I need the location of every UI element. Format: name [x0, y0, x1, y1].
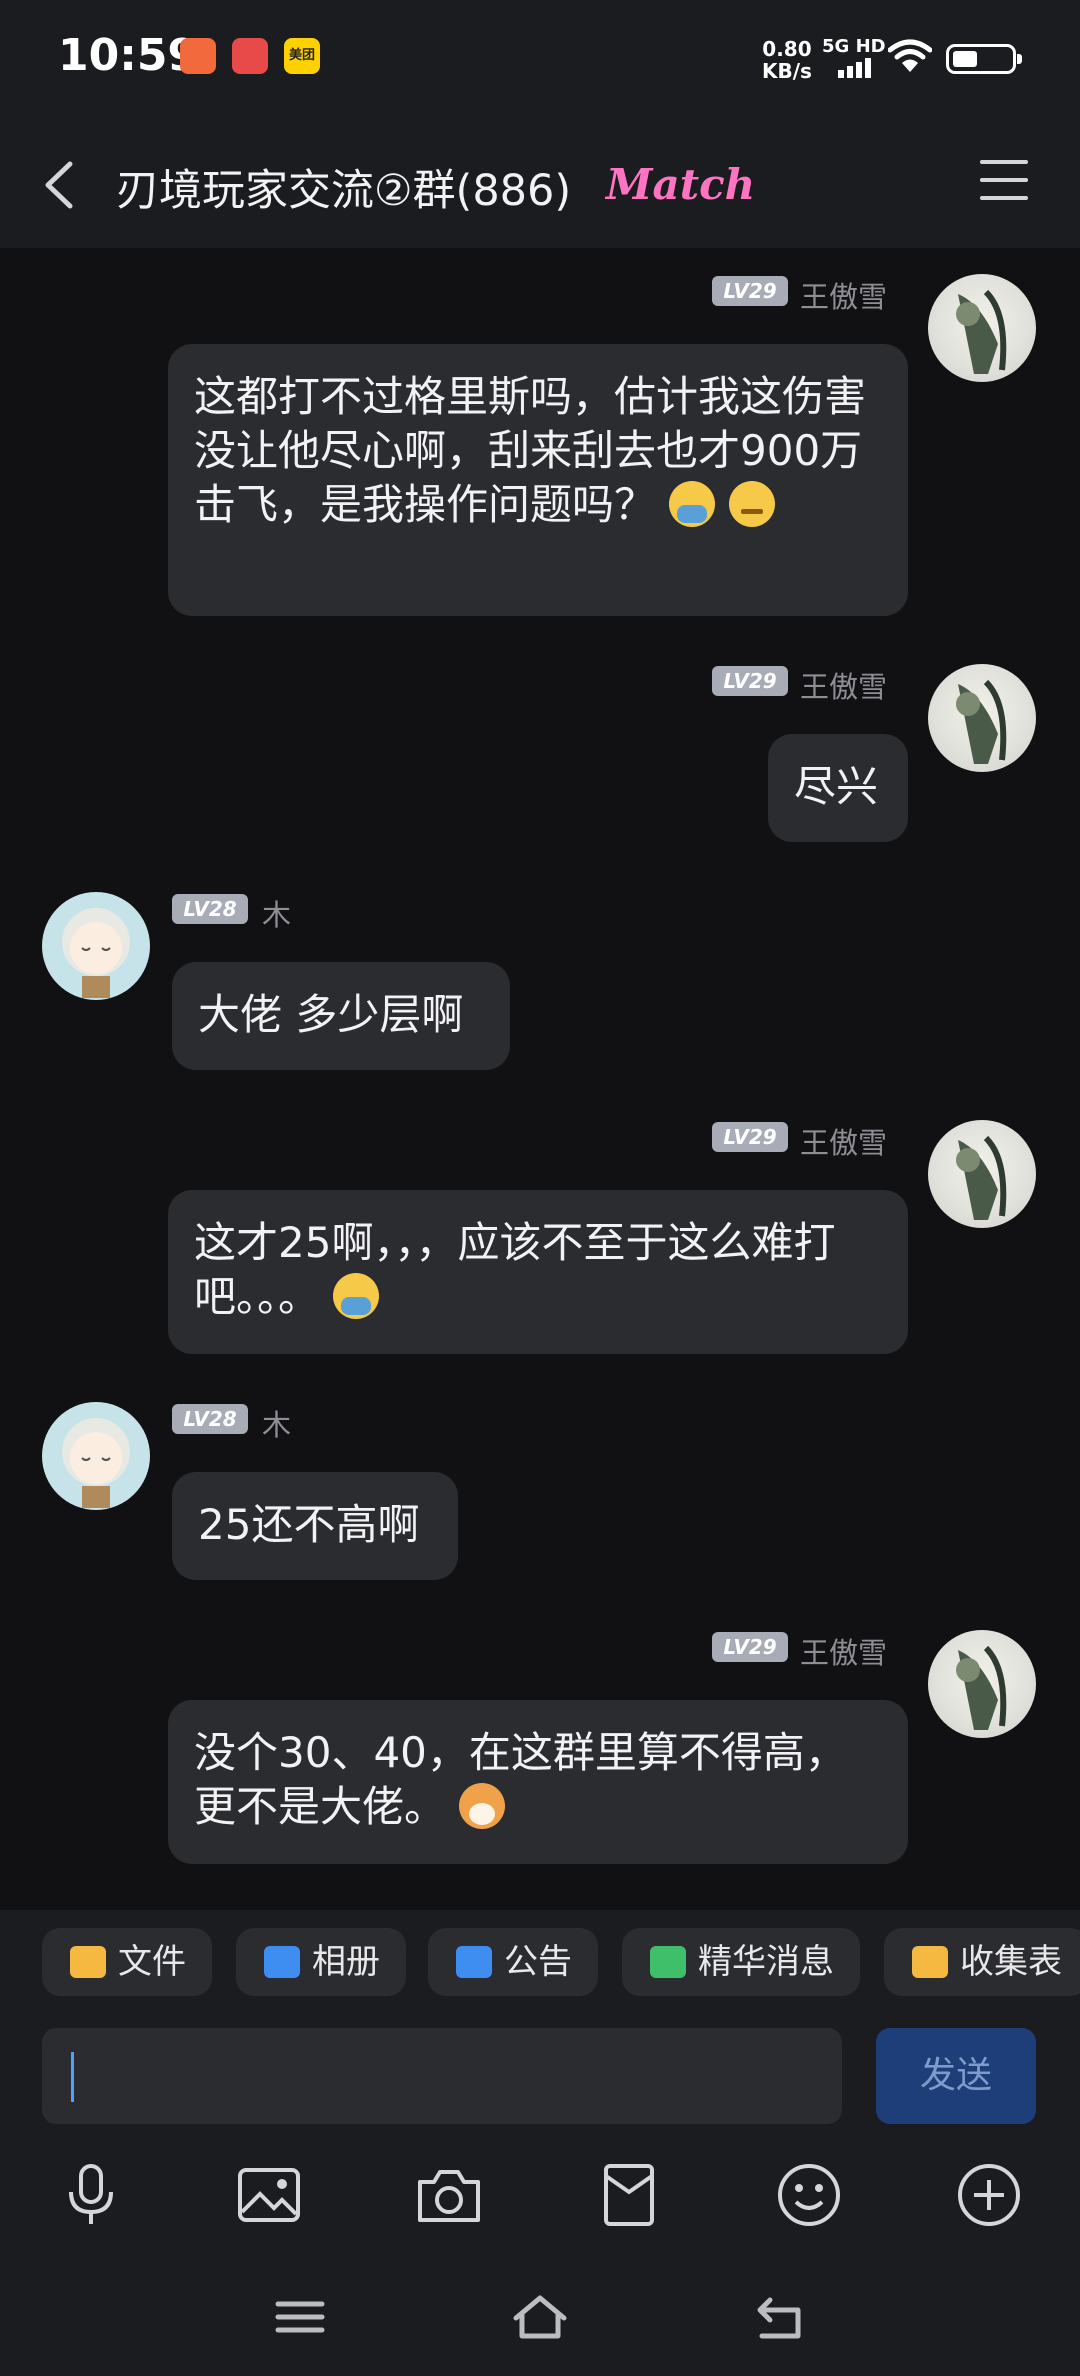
net-speed-value: 0.80 [762, 37, 812, 61]
sender-name[interactable]: 木 [262, 892, 291, 934]
quick-action-label: 相册 [312, 1942, 380, 1982]
avatar[interactable] [42, 1402, 150, 1510]
app-icon-2 [232, 38, 268, 74]
sender-name[interactable]: 王傲雪 [800, 274, 887, 316]
microphone-icon[interactable] [56, 2160, 126, 2230]
battery-icon [946, 44, 1022, 74]
avatar-art-icon [62, 908, 130, 998]
meituan-icon: 美团 [284, 38, 320, 74]
status-time: 10:59 [58, 30, 199, 81]
folder-icon [70, 1946, 106, 1978]
red-packet-icon[interactable] [594, 2160, 664, 2230]
status-bar: 10:59 美团 0.80 KB/s 5G HD [0, 0, 1080, 120]
match-tag: Match [606, 160, 756, 209]
quick-action-label: 收集表 [960, 1942, 1062, 1982]
avatar-art-icon [62, 1418, 130, 1508]
avatar[interactable] [928, 274, 1036, 382]
sender-name[interactable]: 王傲雪 [800, 1120, 887, 1162]
composer: 发送 [0, 2014, 1080, 2134]
avatar[interactable] [928, 1630, 1036, 1738]
chat-header: 刃境玩家交流②群(886) Match [0, 120, 1080, 248]
avatar-art-icon [956, 289, 1007, 374]
message-bubble[interactable]: 尽兴 [768, 734, 908, 842]
menu-icon[interactable] [272, 2292, 328, 2342]
network-type: 5G HD [822, 36, 886, 57]
quick-action-files[interactable]: 文件 [42, 1928, 212, 1996]
quick-action-essence[interactable]: 精华消息 [622, 1928, 860, 1996]
wifi-icon [888, 39, 932, 72]
level-badge: LV29 [712, 1632, 788, 1662]
sender-name[interactable]: 王傲雪 [800, 664, 887, 706]
message-bubble[interactable]: 大佬 多少层啊 [172, 962, 510, 1070]
message-text: 没个30、40，在这群里算不得高，更不是大佬。 [194, 1728, 847, 1831]
text-caret [71, 2052, 74, 2102]
message-text: 大佬 多少层啊 [198, 990, 464, 1039]
level-badge: LV29 [712, 1122, 788, 1152]
quick-action-label: 精华消息 [698, 1942, 834, 1982]
message-list[interactable]: LV29 王傲雪 这都打不过格里斯吗，估计我这伤害没让他尽心啊，刮来刮去也才90… [0, 248, 1080, 1910]
sweat-mask-emoji-icon [669, 481, 716, 527]
system-nav-bar [0, 2258, 1080, 2376]
level-badge: LV28 [172, 1404, 248, 1434]
message-text: 25还不高啊 [198, 1500, 420, 1549]
avatar[interactable] [42, 892, 150, 1000]
quick-action-bar: 文件 相册 公告 精华消息 收集表 [0, 1910, 1080, 2014]
quick-action-collection-form[interactable]: 收集表 [884, 1928, 1080, 1996]
net-speed-unit: KB/s [762, 59, 812, 83]
level-badge: LV29 [712, 666, 788, 696]
announcement-icon [456, 1946, 492, 1978]
level-badge: LV29 [712, 276, 788, 306]
clipboard-icon [912, 1946, 948, 1978]
dog-emoji-icon [459, 1783, 506, 1829]
plus-icon[interactable] [954, 2160, 1024, 2230]
message-input[interactable] [42, 2028, 842, 2124]
app-icon-1 [180, 38, 216, 74]
camera-icon[interactable] [414, 2160, 484, 2230]
message-bubble[interactable]: 25还不高啊 [172, 1472, 458, 1580]
message-bubble[interactable]: 这才25啊，，，应该不至于这么难打吧。。。 [168, 1190, 908, 1354]
message-bubble[interactable]: 这都打不过格里斯吗，估计我这伤害没让他尽心啊，刮来刮去也才900万击飞，是我操作… [168, 344, 908, 616]
message-text: 尽兴 [794, 762, 879, 811]
sweat-mask-emoji-icon [333, 1273, 380, 1319]
back-arrow-icon[interactable] [32, 150, 92, 220]
group-title[interactable]: 刃境玩家交流②群(886) [116, 156, 571, 218]
signal-icon [838, 58, 874, 78]
message-bubble[interactable]: 没个30、40，在这群里算不得高，更不是大佬。 [168, 1700, 908, 1864]
chat-screen: 10:59 美团 0.80 KB/s 5G HD 刃境玩家交流②群(886) M… [0, 0, 1080, 2376]
avatar-art-icon [956, 1135, 1007, 1220]
avatar-art-icon [956, 1645, 1007, 1730]
quick-action-label: 文件 [118, 1942, 186, 1982]
net-speed: 0.80 KB/s [762, 38, 812, 82]
level-badge: LV28 [172, 894, 248, 924]
smirk-emoji-icon [728, 481, 775, 527]
back-icon[interactable] [752, 2292, 808, 2342]
quick-action-label: 公告 [504, 1942, 572, 1982]
avatar[interactable] [928, 1120, 1036, 1228]
essence-icon [650, 1946, 686, 1978]
sender-name[interactable]: 木 [262, 1402, 291, 1444]
message-text: 这才25啊，，，应该不至于这么难打吧。。。 [194, 1218, 836, 1321]
input-toolbar [0, 2134, 1080, 2258]
send-button[interactable]: 发送 [876, 2028, 1036, 2124]
image-icon[interactable] [234, 2160, 304, 2230]
quick-action-album[interactable]: 相册 [236, 1928, 406, 1996]
home-icon[interactable] [512, 2292, 568, 2342]
sender-name[interactable]: 王傲雪 [800, 1630, 887, 1672]
quick-action-announcement[interactable]: 公告 [428, 1928, 598, 1996]
hamburger-menu-icon[interactable] [980, 160, 1028, 208]
avatar[interactable] [928, 664, 1036, 772]
album-icon [264, 1946, 300, 1978]
avatar-art-icon [956, 679, 1007, 764]
emoji-icon[interactable] [774, 2160, 844, 2230]
